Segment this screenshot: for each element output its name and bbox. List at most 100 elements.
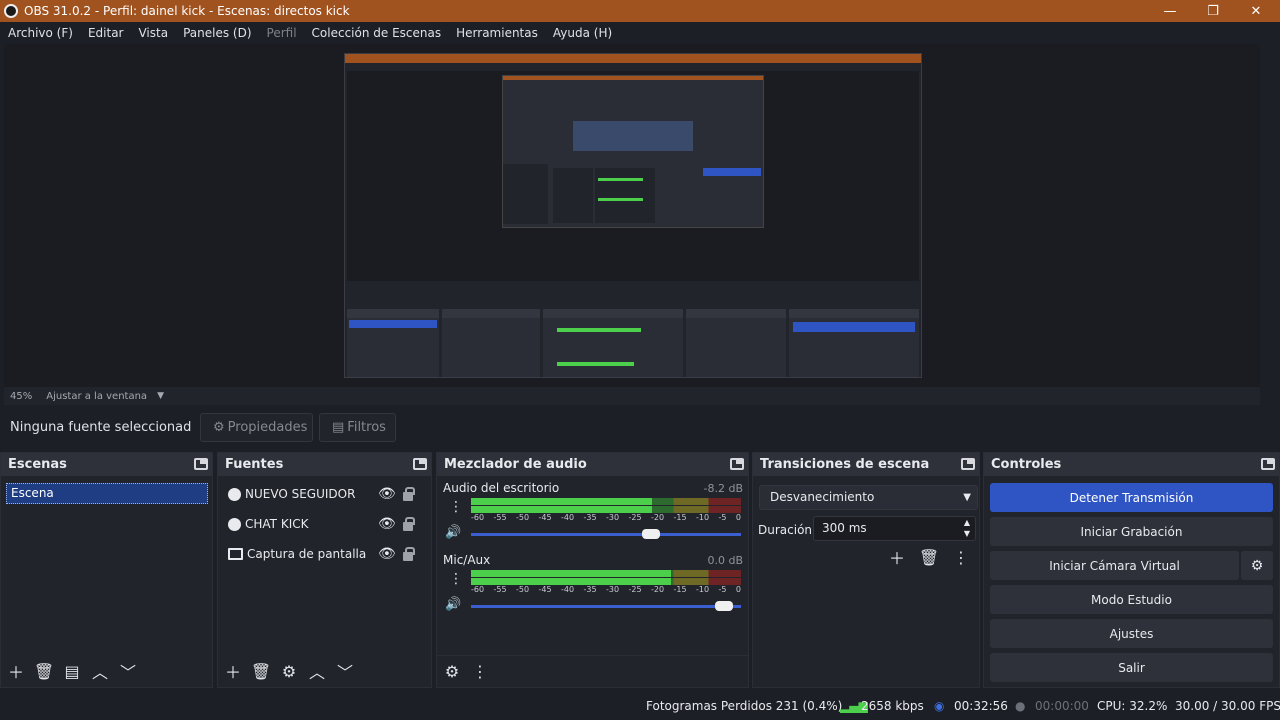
scenes-toolbar: ＋ 🗑 ▤ ︿ ﹀ (1, 655, 212, 687)
filter-icon[interactable]: ▤ (62, 661, 82, 681)
speaker-icon[interactable]: 🔊 (445, 525, 461, 540)
zoom-fit-select[interactable]: Ajustar a la ventana (46, 391, 147, 402)
gear-icon[interactable]: ⚙ (279, 661, 299, 681)
scenes-title: Escenas (8, 457, 67, 472)
bitrate: 2658 kbps (861, 699, 924, 713)
stream-status-icon: ◉ (934, 699, 945, 713)
trash-icon[interactable]: 🗑 (919, 547, 939, 567)
exit-button[interactable]: Salir (990, 653, 1273, 682)
undock-icon[interactable] (413, 458, 427, 470)
source-item[interactable]: NUEVO SEGUIDOR 👁 (228, 483, 423, 505)
close-button[interactable]: ✕ (1236, 0, 1276, 22)
undock-icon[interactable] (730, 458, 744, 470)
fps: 30.00 / 30.00 FPS (1175, 699, 1280, 713)
source-toolbar: Ninguna fuente seleccionad ⚙ Propiedades… (0, 410, 1280, 446)
volume-slider[interactable] (471, 601, 741, 611)
start-virtual-cam-button[interactable]: Iniciar Cámara Virtual (990, 551, 1239, 580)
lock-icon[interactable] (403, 547, 415, 561)
studio-mode-button[interactable]: Modo Estudio (990, 585, 1273, 614)
transitions-dock-header: Transiciones de escena (753, 453, 979, 476)
eye-icon[interactable]: 👁 (378, 486, 396, 502)
capture-nested-window (502, 75, 764, 228)
duration-input[interactable]: 300 ms ▲ ▼ (813, 516, 976, 541)
zoom-bar: 45% Ajustar a la ventana ▼ (4, 387, 1260, 405)
stop-stream-button[interactable]: Detener Transmisión (990, 483, 1273, 512)
undock-icon[interactable] (1261, 458, 1275, 470)
menu-perfil[interactable]: Perfil (267, 26, 297, 40)
sources-toolbar: ＋ 🗑 ⚙ ︿ ﹀ (218, 655, 431, 687)
kebab-icon[interactable]: ⋮ (470, 662, 490, 682)
menu-ayuda[interactable]: Ayuda (H) (553, 26, 612, 40)
level-meter (471, 506, 741, 513)
sources-title: Fuentes (225, 457, 284, 472)
settings-button[interactable]: Ajustes (990, 619, 1273, 648)
add-icon[interactable]: ＋ (6, 661, 26, 682)
channel-name: Audio del escritorio (443, 481, 560, 495)
virtual-cam-gear-icon[interactable]: ⚙ (1241, 551, 1273, 580)
add-icon[interactable]: ＋ (223, 661, 243, 682)
menu-vista[interactable]: Vista (138, 26, 168, 40)
title-bar: OBS 31.0.2 - Perfil: dainel kick - Escen… (0, 0, 1280, 22)
source-item[interactable]: Captura de pantalla 👁 (228, 543, 423, 565)
filters-button[interactable]: ▤ Filtros (319, 413, 396, 442)
undock-icon[interactable] (961, 458, 975, 470)
start-recording-button[interactable]: Iniciar Grabación (990, 517, 1273, 546)
gear-icon: ⚙ (213, 420, 225, 435)
menu-paneles[interactable]: Paneles (D) (183, 26, 251, 40)
undock-icon[interactable] (194, 458, 208, 470)
kebab-icon[interactable]: ⋮ (449, 571, 463, 587)
menu-bar: Archivo (F) Editar Vista Paneles (D) Per… (0, 22, 1280, 44)
browser-icon (228, 517, 241, 531)
record-time: 00:00:00 (1035, 699, 1089, 713)
mixer-channel-mic: Mic/Aux 0.0 dB ⋮ -60 -55 -50 -45 -40 -35 -30 -2… (443, 553, 743, 615)
trash-icon[interactable]: 🗑 (34, 661, 54, 681)
capture-titlebar (345, 54, 921, 63)
filter-icon: ▤ (332, 420, 345, 435)
source-name: CHAT KICK (245, 517, 309, 531)
source-name: Captura de pantalla (247, 547, 367, 561)
properties-button[interactable]: ⚙ Propiedades (200, 413, 313, 442)
lock-icon[interactable] (403, 487, 415, 501)
mixer-toolbar: ⚙ ⋮ (437, 655, 748, 687)
window-title: OBS 31.0.2 - Perfil: dainel kick - Escen… (24, 4, 350, 18)
add-icon[interactable]: ＋ (887, 547, 907, 568)
maximize-button[interactable]: ❐ (1193, 0, 1233, 22)
audio-mixer-dock: Mezclador de audio Audio del escritorio … (436, 452, 749, 688)
chevron-down-icon[interactable]: ▼ (157, 391, 164, 401)
menu-editar[interactable]: Editar (88, 26, 124, 40)
chevron-down-icon[interactable]: ﹀ (118, 661, 138, 682)
meter-scale: -60 -55 -50 -45 -40 -35 -30 -25 -20 -15 -10 -5 0 (471, 585, 741, 594)
chevron-down-icon[interactable]: ﹀ (335, 661, 355, 682)
menu-archivo[interactable]: Archivo (F) (8, 26, 73, 40)
dropped-frames: Fotogramas Perdidos 231 (0.4%) (646, 699, 843, 713)
sources-dock-header: Fuentes (218, 453, 431, 476)
filters-label: Filtros (347, 420, 386, 435)
spinner-icon[interactable]: ▲ ▼ (964, 517, 970, 539)
meter-scale: -60 -55 -50 -45 -40 -35 -30 -25 -20 -15 -10 -5 0 (471, 513, 741, 522)
source-item[interactable]: CHAT KICK 👁 (228, 513, 423, 535)
volume-slider[interactable] (471, 529, 741, 539)
channel-db: 0.0 dB (707, 554, 743, 567)
level-meter (471, 578, 741, 585)
kebab-icon[interactable]: ⋮ (449, 499, 463, 515)
eye-icon[interactable]: 👁 (378, 516, 396, 532)
menu-coleccion-escenas[interactable]: Colección de Escenas (312, 26, 442, 40)
chevron-up-icon[interactable]: ︿ (307, 661, 327, 682)
kebab-icon[interactable]: ⋮ (951, 547, 971, 567)
advanced-audio-gear-icon[interactable]: ⚙ (442, 662, 462, 682)
eye-icon[interactable]: 👁 (378, 546, 396, 562)
menu-herramientas[interactable]: Herramientas (456, 26, 538, 40)
speaker-icon[interactable]: 🔊 (445, 597, 461, 612)
minimize-button[interactable]: — (1150, 0, 1190, 22)
controls-dock-header: Controles (984, 453, 1279, 476)
channel-name: Mic/Aux (443, 553, 491, 567)
controls-title: Controles (991, 457, 1062, 472)
lock-icon[interactable] (403, 517, 415, 531)
cpu-usage: CPU: 32.2% (1097, 699, 1168, 713)
chevron-up-icon[interactable]: ︿ (90, 661, 110, 682)
transition-select[interactable]: Desvanecimiento ▼ (759, 485, 978, 510)
source-name: NUEVO SEGUIDOR (245, 487, 356, 501)
trash-icon[interactable]: 🗑 (251, 661, 271, 681)
properties-label: Propiedades (227, 420, 308, 435)
scene-item[interactable]: Escena (6, 483, 208, 504)
